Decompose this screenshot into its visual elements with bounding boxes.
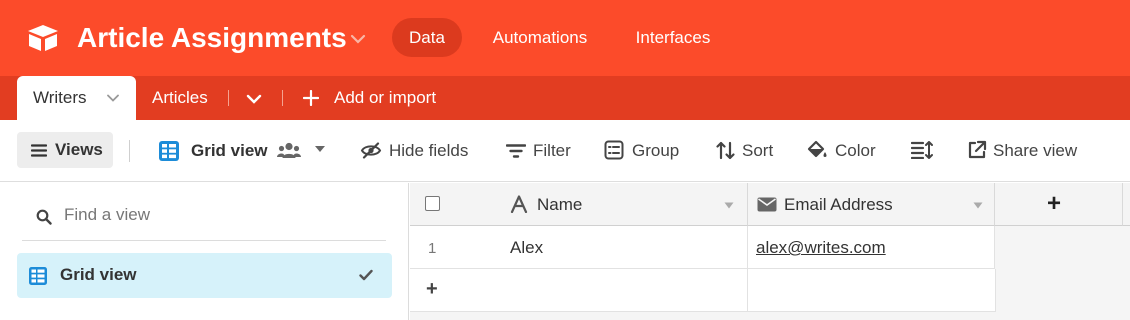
add-row-plus: + [426, 278, 438, 300]
paint-bucket-icon [807, 140, 827, 158]
group-button[interactable]: Group [632, 140, 679, 162]
views-label: Views [55, 140, 103, 159]
row-height-icon[interactable] [911, 141, 933, 159]
nav-tab-interfaces[interactable]: Interfaces [620, 18, 726, 57]
header-cell-email: Email Address [748, 183, 995, 226]
cell-email-container: alex@writes.com [748, 226, 995, 269]
share-icon [968, 140, 987, 159]
color-button[interactable]: Color [835, 140, 876, 162]
add-or-import-button[interactable]: Add or import [334, 88, 436, 108]
base-title[interactable]: Article Assignments [77, 20, 347, 56]
find-view-input[interactable] [64, 205, 364, 225]
column-header-email[interactable]: Email Address [784, 195, 893, 215]
table-tab-label: Writers [33, 88, 87, 107]
views-toggle-button[interactable]: Views [17, 132, 113, 168]
search-underline [22, 240, 386, 241]
add-row-button[interactable]: + [410, 269, 748, 312]
view-toolbar: Views Grid view Hide fields Filter Group… [0, 120, 1130, 182]
caret-down-icon[interactable] [314, 145, 326, 153]
hamburger-icon [31, 144, 47, 157]
toolbar-divider [129, 140, 130, 162]
sidebar-view-label: Grid view [60, 265, 137, 284]
header-filler [1123, 183, 1130, 226]
nav-tab-data[interactable]: Data [392, 18, 462, 57]
table-tab-writers[interactable]: Writers [17, 76, 136, 120]
row-number: 1 [428, 240, 437, 257]
caret-down-icon[interactable] [724, 202, 734, 209]
add-field-button[interactable]: + [995, 183, 1123, 226]
table-row[interactable]: 1 Alex [410, 226, 748, 269]
nav-tab-automations[interactable]: Automations [474, 18, 606, 57]
views-sidebar: Grid view [0, 183, 409, 320]
add-row-cell[interactable] [748, 269, 996, 312]
hide-fields-icon [360, 142, 382, 159]
group-icon [604, 140, 624, 160]
grid-view-icon [29, 267, 47, 285]
checkmark-icon [359, 269, 373, 281]
all-tables-chevron-icon[interactable] [246, 94, 262, 104]
table-tabs-bar: Writers Articles Add or import [0, 76, 1130, 120]
cell-email-link[interactable]: alex@writes.com [756, 238, 886, 258]
grid-table: Name Email Address + 1 Alex alex@writes.… [410, 183, 1130, 320]
text-type-icon [510, 195, 528, 213]
caret-down-icon[interactable] [973, 202, 983, 209]
column-header-name[interactable]: Name [537, 195, 582, 215]
plus-icon[interactable] [303, 90, 319, 106]
sort-button[interactable]: Sort [742, 140, 773, 162]
cell-name[interactable]: Alex [510, 238, 543, 258]
current-view-name[interactable]: Grid view [191, 140, 268, 162]
filter-button[interactable]: Filter [533, 140, 571, 162]
select-all-checkbox[interactable] [425, 196, 440, 211]
email-envelope-icon [757, 197, 777, 212]
filter-icon [506, 144, 526, 158]
grid-view-icon [159, 141, 179, 161]
share-view-button[interactable]: Share view [993, 140, 1077, 162]
collaborative-people-icon[interactable] [277, 142, 301, 159]
sidebar-view-grid[interactable]: Grid view [17, 253, 392, 298]
chevron-down-icon[interactable] [350, 33, 366, 45]
base-logo-icon[interactable] [26, 23, 60, 53]
table-tab-articles[interactable]: Articles [152, 88, 208, 108]
add-field-plus: + [1047, 190, 1062, 217]
header-row-primary: Name [410, 183, 748, 226]
chevron-down-icon[interactable] [107, 94, 119, 102]
search-icon [36, 209, 52, 225]
tab-divider [282, 90, 283, 106]
sort-icon [716, 141, 735, 160]
app-header: Article Assignments Data Automations Int… [0, 0, 1130, 76]
tab-divider [228, 90, 229, 106]
hide-fields-button[interactable]: Hide fields [389, 140, 468, 162]
